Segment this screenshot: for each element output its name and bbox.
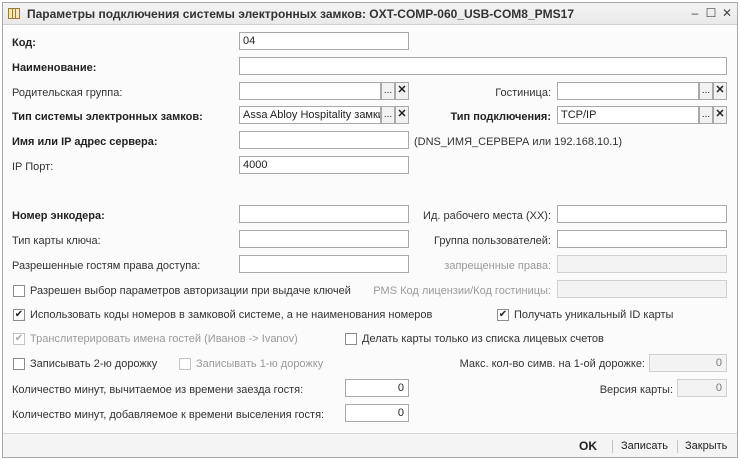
- minutes-subtract-checkin-label: Количество минут, вычитаемое из времени …: [12, 384, 304, 396]
- forbidden-rights-field: [557, 255, 727, 273]
- title-bar: Параметры подключения системы электронны…: [3, 3, 737, 25]
- workplace-id-label: Ид. рабочего места (XX):: [423, 210, 551, 222]
- settings-window: Параметры подключения системы электронны…: [2, 2, 738, 458]
- minimize-button[interactable]: –: [687, 6, 703, 21]
- write-track2-checkbox[interactable]: [13, 358, 25, 370]
- footer-separator: [612, 440, 613, 453]
- lock-system-type-select-button[interactable]: ...: [381, 106, 395, 124]
- pms-license-label: PMS Код лицензии/Код гостиницы:: [373, 285, 551, 297]
- pms-license-field: [557, 280, 727, 298]
- connection-type-field[interactable]: TCP/IP: [557, 106, 699, 124]
- connection-type-clear-icon[interactable]: ✕: [713, 106, 727, 124]
- write-track2-label: Записывать 2-ю дорожку: [30, 358, 158, 370]
- write-track1-checkbox: [179, 358, 191, 370]
- write-track1-label: Записывать 1-ю дорожку: [196, 358, 324, 370]
- ok-button[interactable]: OK: [579, 439, 597, 453]
- hotel-field[interactable]: [557, 82, 699, 100]
- card-version-field: 0: [677, 379, 727, 397]
- parent-group-clear-icon[interactable]: ✕: [395, 82, 409, 100]
- parent-group-label: Родительская группа:: [12, 87, 123, 99]
- minutes-subtract-checkin-field[interactable]: 0: [345, 379, 409, 397]
- user-group-field[interactable]: [557, 230, 727, 248]
- transliterate-label: Транслитерировать имена гостей (Иванов -…: [30, 333, 298, 345]
- transliterate-checkbox: ✔: [13, 333, 25, 345]
- lock-system-type-label: Тип системы электронных замков:: [12, 111, 203, 123]
- connection-type-select-button[interactable]: ...: [699, 106, 713, 124]
- workplace-id-field[interactable]: [557, 205, 727, 223]
- save-button[interactable]: Записать: [621, 440, 668, 452]
- connection-type-label: Тип подключения:: [450, 111, 551, 123]
- unique-card-id-checkbox[interactable]: ✔: [497, 309, 509, 321]
- name-label: Наименование:: [12, 62, 97, 74]
- unique-card-id-label: Получать уникальный ID карты: [514, 309, 674, 321]
- server-label: Имя или IP адрес сервера:: [12, 136, 158, 148]
- use-room-codes-checkbox[interactable]: ✔: [13, 309, 25, 321]
- personal-accounts-only-checkbox[interactable]: [345, 333, 357, 345]
- lock-system-type-field[interactable]: Assa Abloy Hospitality замки: [239, 106, 381, 124]
- hotel-label: Гостиница:: [495, 87, 551, 99]
- use-room-codes-label: Использовать коды номеров в замковой сис…: [30, 309, 433, 321]
- hotel-clear-icon[interactable]: ✕: [713, 82, 727, 100]
- personal-accounts-only-label: Делать карты только из списка лицевых сч…: [362, 333, 604, 345]
- allow-auth-params-label: Разрешен выбор параметров авторизации пр…: [30, 285, 351, 297]
- encoder-number-label: Номер энкодера:: [12, 210, 105, 222]
- hotel-select-button[interactable]: ...: [699, 82, 713, 100]
- user-group-label: Группа пользователей:: [434, 235, 551, 247]
- lock-system-type-clear-icon[interactable]: ✕: [395, 106, 409, 124]
- minutes-add-checkout-label: Количество минут, добавляемое к времени …: [12, 409, 325, 421]
- parent-group-select-button[interactable]: ...: [381, 82, 395, 100]
- server-hint: (DNS_ИМЯ_СЕРВЕРА или 192.168.10.1): [414, 136, 623, 148]
- close-button[interactable]: Закрыть: [685, 440, 727, 452]
- max-track1-chars-label: Макс. кол-во симв. на 1-ой дорожке:: [459, 358, 645, 370]
- window-title: Параметры подключения системы электронны…: [27, 7, 574, 21]
- maximize-button[interactable]: ☐: [703, 6, 719, 21]
- allow-auth-params-checkbox[interactable]: [13, 285, 25, 297]
- footer-bar: OK Записать Закрыть: [3, 433, 737, 457]
- key-card-type-field[interactable]: [239, 230, 409, 248]
- parent-group-field[interactable]: [239, 82, 381, 100]
- code-field[interactable]: 04: [239, 32, 409, 50]
- guest-access-rights-field[interactable]: [239, 255, 409, 273]
- card-version-label: Версия карты:: [599, 384, 673, 396]
- key-card-type-label: Тип карты ключа:: [12, 235, 101, 247]
- server-field[interactable]: [239, 131, 409, 149]
- close-window-button[interactable]: ✕: [719, 6, 735, 21]
- forbidden-rights-label: запрещенные права:: [444, 260, 551, 272]
- ip-port-label: IP Порт:: [12, 161, 54, 173]
- ip-port-field[interactable]: 4000: [239, 156, 409, 174]
- footer-separator: [677, 440, 678, 453]
- guest-access-rights-label: Разрешенные гостям права доступа:: [12, 260, 201, 272]
- code-label: Код:: [12, 37, 36, 49]
- minutes-add-checkout-field[interactable]: 0: [345, 404, 409, 422]
- encoder-number-field[interactable]: [239, 205, 409, 223]
- table-icon: [8, 8, 20, 19]
- name-field[interactable]: [239, 57, 727, 75]
- max-track1-chars-field: 0: [649, 354, 727, 372]
